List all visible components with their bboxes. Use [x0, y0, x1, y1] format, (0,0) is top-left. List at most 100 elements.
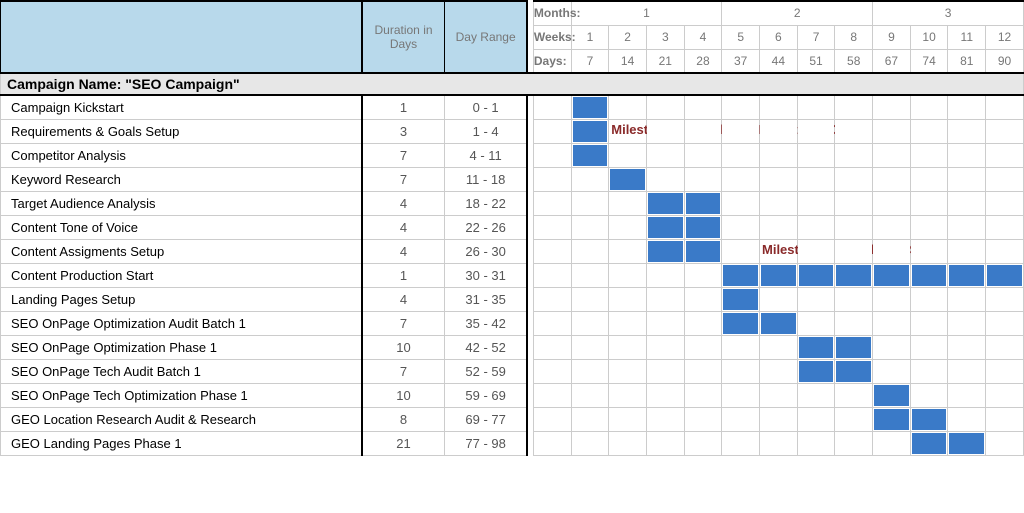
gantt-cell	[986, 311, 1024, 335]
gantt-cell	[910, 95, 948, 119]
gantt-cell	[571, 383, 609, 407]
gantt-cell	[797, 119, 835, 143]
gantt-cell	[835, 335, 873, 359]
gantt-cell	[609, 431, 647, 455]
gantt-cell	[986, 383, 1024, 407]
gantt-cell	[571, 95, 609, 119]
gantt-cell	[571, 287, 609, 311]
gantt-cell	[646, 359, 684, 383]
gantt-cell	[722, 215, 760, 239]
gantt-bar	[799, 265, 834, 286]
gantt-bar	[686, 193, 721, 214]
gantt-bar	[987, 265, 1022, 286]
task-duration-cell: 4	[362, 239, 445, 263]
gantt-cell	[684, 263, 722, 287]
gantt-cell	[722, 335, 760, 359]
task-name-cell: SEO OnPage Optimization Audit Batch 1	[1, 311, 362, 335]
gantt-cell	[533, 95, 571, 119]
task-range-cell: 52 - 59	[445, 359, 528, 383]
day-cell: 37	[722, 49, 760, 73]
gantt-cell	[835, 239, 873, 263]
gantt-cell	[684, 287, 722, 311]
gantt-cell	[835, 359, 873, 383]
gantt-cell	[948, 119, 986, 143]
gantt-cell	[760, 383, 798, 407]
table-row: Competitor Analysis74 - 11	[1, 143, 1024, 167]
gantt-cell	[571, 167, 609, 191]
gantt-cell	[910, 143, 948, 167]
week-cell: 8	[835, 25, 873, 49]
gantt-cell	[609, 407, 647, 431]
gantt-bar	[573, 97, 608, 118]
gantt-cell	[797, 431, 835, 455]
task-name-cell: SEO OnPage Tech Audit Batch 1	[1, 359, 362, 383]
gantt-cell	[873, 359, 911, 383]
gantt-cell	[910, 239, 948, 263]
gantt-cell	[646, 167, 684, 191]
gantt-cell	[609, 311, 647, 335]
gantt-cell	[533, 311, 571, 335]
gantt-bar	[610, 169, 645, 190]
gantt-cell	[760, 407, 798, 431]
gantt-bar	[648, 193, 683, 214]
gantt-cell	[910, 191, 948, 215]
gantt-cell	[646, 263, 684, 287]
day-cell: 21	[646, 49, 684, 73]
gantt-cell	[835, 95, 873, 119]
gantt-cell	[722, 359, 760, 383]
gantt-cell	[646, 335, 684, 359]
gantt-cell	[873, 431, 911, 455]
gantt-cell	[533, 119, 571, 143]
gantt-cell	[722, 383, 760, 407]
gantt-cell	[722, 95, 760, 119]
gantt-cell	[948, 167, 986, 191]
days-key: Days:	[533, 49, 571, 73]
gantt-cell	[722, 431, 760, 455]
week-cell: 12	[986, 25, 1024, 49]
table-row: Keyword Research711 - 18	[1, 167, 1024, 191]
task-duration-cell: 7	[362, 311, 445, 335]
table-row: Content Assigments Setup426 - 30Mileston…	[1, 239, 1024, 263]
task-range-cell: 1 - 4	[445, 119, 528, 143]
gantt-cell	[835, 383, 873, 407]
task-duration-cell: 4	[362, 215, 445, 239]
gantt-bar	[874, 265, 909, 286]
gantt-cell	[986, 119, 1024, 143]
day-cell: 28	[684, 49, 722, 73]
day-cell: 14	[609, 49, 647, 73]
gantt-cell	[986, 263, 1024, 287]
gantt-cell	[533, 383, 571, 407]
gantt-cell	[571, 431, 609, 455]
gantt-cell	[760, 359, 798, 383]
task-duration-cell: 7	[362, 143, 445, 167]
campaign-title: Campaign Name: "SEO Campaign"	[1, 73, 1024, 95]
task-duration-cell: 8	[362, 407, 445, 431]
task-range-cell: 59 - 69	[445, 383, 528, 407]
gantt-cell	[684, 191, 722, 215]
gantt-cell	[910, 383, 948, 407]
gantt-cell	[910, 431, 948, 455]
table-row: Content Tone of Voice422 - 26	[1, 215, 1024, 239]
week-cell: 3	[646, 25, 684, 49]
gantt-bar	[799, 337, 834, 358]
task-duration-cell: 1	[362, 95, 445, 119]
gantt-cell	[797, 167, 835, 191]
gantt-cell	[910, 287, 948, 311]
gantt-cell: Milestone 2 completed: Setup	[760, 239, 798, 263]
task-name-cell: SEO OnPage Optimization Phase 1	[1, 335, 362, 359]
task-name-cell: Competitor Analysis	[1, 143, 362, 167]
gantt-cell	[873, 119, 911, 143]
gantt-cell	[646, 239, 684, 263]
task-name-cell: Content Tone of Voice	[1, 215, 362, 239]
task-name-cell: Requirements & Goals Setup	[1, 119, 362, 143]
task-name-cell: Content Assigments Setup	[1, 239, 362, 263]
gantt-cell	[571, 215, 609, 239]
gantt-cell	[910, 359, 948, 383]
gantt-cell	[948, 215, 986, 239]
gantt-cell	[533, 335, 571, 359]
gantt-cell	[571, 335, 609, 359]
gantt-cell	[684, 119, 722, 143]
gantt-cell	[760, 95, 798, 119]
gantt-cell	[571, 359, 609, 383]
task-duration-cell: 7	[362, 359, 445, 383]
